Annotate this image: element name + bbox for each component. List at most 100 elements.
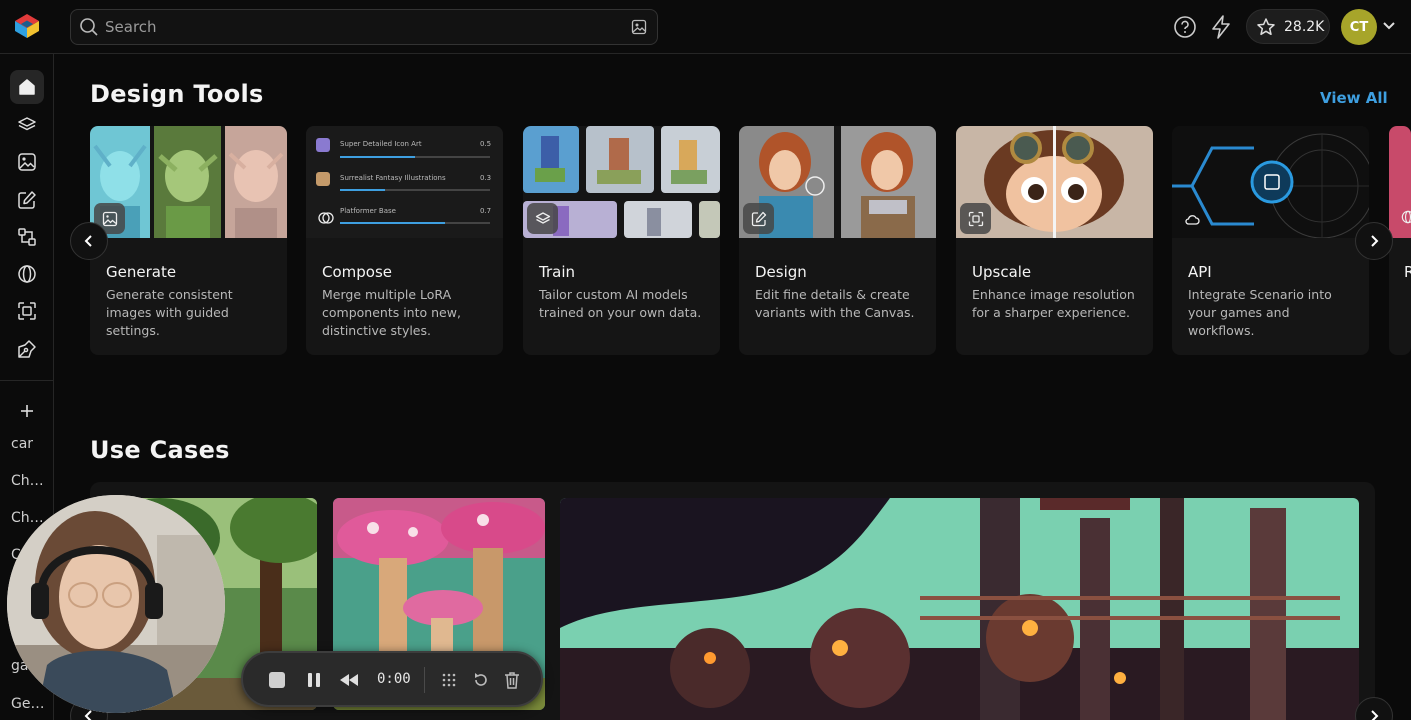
design-thumbnail	[739, 126, 936, 238]
lightning-icon[interactable]	[1210, 14, 1232, 40]
card-title: Design	[755, 263, 807, 281]
sidebar-item-pen[interactable]	[10, 332, 44, 366]
carousel-next-button[interactable]	[1355, 222, 1393, 260]
card-title: Upscale	[972, 263, 1032, 281]
lora-slider[interactable]	[340, 156, 490, 158]
recorder-divider	[424, 667, 425, 693]
restart-icon	[475, 673, 487, 686]
card-description: Integrate Scenario into your games and w…	[1188, 287, 1332, 338]
sidebar-recent-item[interactable]: Ge…	[11, 696, 51, 712]
lora-thumb	[316, 138, 330, 152]
restart-button[interactable]	[467, 666, 495, 694]
sidebar-item-3d[interactable]	[10, 257, 44, 291]
compose-icon	[318, 212, 334, 224]
top-bar: 28.2K CT	[0, 0, 1411, 54]
lora-label: Super Detailed Icon Art	[340, 140, 422, 148]
cloud-icon	[1176, 203, 1207, 234]
lora-value: 0.3	[480, 174, 492, 182]
stop-icon	[269, 672, 285, 688]
sidebar-item-home[interactable]	[10, 70, 44, 104]
chevron-down-icon[interactable]	[1382, 18, 1396, 32]
tool-card-design[interactable]: Design Edit fine details & create varian…	[739, 126, 936, 355]
design-tools-title: Design Tools	[90, 80, 264, 108]
tool-card-generate[interactable]: Generate Generate consistent images with…	[90, 126, 287, 355]
lora-value: 0.5	[480, 140, 492, 148]
use-cases-title: Use Cases	[90, 436, 230, 464]
sidebar-recent-item[interactable]: Ch…	[11, 473, 51, 489]
avatar[interactable]: CT	[1341, 9, 1377, 45]
carousel-prev-button[interactable]	[70, 222, 108, 260]
lora-slider[interactable]	[340, 222, 490, 224]
card-description: Generate consistent images with guided s…	[106, 287, 233, 338]
upscale-icon	[960, 203, 991, 234]
recording-controls: 0:00	[241, 651, 543, 707]
pause-icon	[308, 673, 320, 687]
plus-icon[interactable]	[17, 401, 37, 421]
generate-thumbnail	[90, 126, 287, 238]
lora-value: 0.7	[480, 207, 492, 215]
help-icon[interactable]	[1173, 15, 1197, 39]
pen-tool-icon	[18, 340, 36, 358]
train-thumbnail	[523, 126, 720, 238]
sidebar-item-upscale[interactable]	[10, 294, 44, 328]
sidebar-divider	[0, 380, 54, 381]
use-case-factory-image[interactable]	[560, 498, 1359, 720]
api-thumbnail	[1172, 126, 1369, 238]
tool-card-upscale[interactable]: Upscale Enhance image resolution for a s…	[956, 126, 1153, 355]
chevron-right-icon	[1371, 710, 1379, 720]
upscale-icon	[18, 302, 36, 320]
view-all-link[interactable]: View All	[1320, 89, 1388, 107]
sphere-icon	[1401, 210, 1411, 224]
sidebar-item-images[interactable]	[10, 145, 44, 179]
rewind-icon	[340, 674, 358, 686]
star-icon	[1257, 17, 1275, 35]
layers-icon	[18, 117, 36, 131]
card-description: Tailor custom AI models trained on your …	[539, 287, 702, 320]
card-description: Enhance image resolution for a sharper e…	[972, 287, 1135, 320]
lora-thumb	[316, 172, 330, 186]
card-title: Train	[539, 263, 575, 281]
tool-card-train[interactable]: Train Tailor custom AI models trained on…	[523, 126, 720, 355]
lora-label: Surrealist Fantasy Illustrations	[340, 174, 446, 182]
image-icon	[18, 153, 36, 171]
card-title: R	[1404, 263, 1411, 281]
delete-button[interactable]	[498, 666, 526, 694]
scenario-logo[interactable]	[13, 12, 41, 40]
trash-icon	[505, 672, 519, 689]
webcam-overlay	[7, 495, 225, 713]
stop-button[interactable]	[263, 666, 291, 694]
layers-icon	[527, 203, 558, 234]
tool-card-api[interactable]: API Integrate Scenario into your games a…	[1172, 126, 1369, 355]
workflow-icon	[18, 228, 36, 246]
credits-count: 28.2K	[1284, 18, 1325, 35]
compose-thumbnail: Super Detailed Icon Art 0.5 Surrealist F…	[306, 126, 503, 238]
image-search-icon[interactable]	[631, 19, 647, 35]
tool-card-compose[interactable]: Super Detailed Icon Art 0.5 Surrealist F…	[306, 126, 503, 355]
card-title: Compose	[322, 263, 393, 281]
search-icon	[80, 18, 98, 36]
card-title: Generate	[106, 263, 177, 281]
edit-icon	[18, 191, 36, 209]
card-description: Edit fine details & create variants with…	[755, 287, 915, 320]
card-description: Merge multiple LoRA components into new,…	[322, 287, 461, 338]
upscale-thumbnail	[956, 126, 1153, 238]
chevron-left-icon	[84, 235, 92, 247]
sidebar-recent-item[interactable]: car	[11, 436, 51, 452]
home-icon	[19, 79, 35, 95]
sphere-icon	[18, 265, 36, 283]
search-bar[interactable]	[70, 9, 658, 45]
search-input[interactable]	[105, 18, 631, 36]
sidebar-item-canvas[interactable]	[10, 183, 44, 217]
sidebar-item-workflows[interactable]	[10, 220, 44, 254]
pause-button[interactable]	[300, 666, 328, 694]
credits-badge[interactable]: 28.2K	[1246, 9, 1330, 44]
card-title: API	[1188, 263, 1212, 281]
sidebar-item-models[interactable]	[10, 108, 44, 142]
drag-handle[interactable]	[435, 666, 463, 694]
rewind-button[interactable]	[335, 666, 363, 694]
partial-thumbnail	[1389, 126, 1411, 238]
lora-slider[interactable]	[340, 189, 490, 191]
edit-icon	[743, 203, 774, 234]
grid-dots-icon	[442, 673, 456, 687]
chevron-right-icon	[1371, 235, 1379, 247]
